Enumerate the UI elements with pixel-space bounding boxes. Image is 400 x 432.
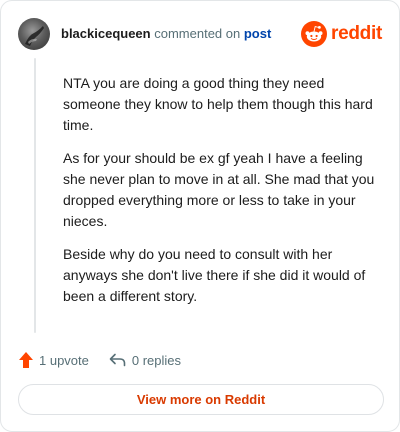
commented-on-text: commented on [154,26,241,41]
comment-paragraph-2: As for your should be ex gf yeah I have … [63,150,375,229]
upvote-arrow-icon [18,351,34,369]
replies-button[interactable]: 0 replies [109,353,181,368]
reply-arrow-icon [109,353,126,367]
comment-actions: 1 upvote 0 replies [18,349,181,371]
thread-line [34,58,36,333]
upvote-button[interactable]: 1 upvote [18,351,89,369]
user-avatar[interactable] [18,18,50,50]
comment-paragraph-3: Beside why do you need to consult with h… [63,246,366,304]
username-link[interactable]: blackicequeen [61,26,151,41]
reddit-logo-icon [301,21,328,47]
comment-body: NTA you are doing a good thing they need… [63,73,381,319]
view-more-button[interactable]: View more on Reddit [18,384,384,415]
embedded-comment-card: blackicequeen commented on post reddit N… [0,0,400,432]
reply-count: 0 replies [131,352,182,368]
reddit-wordmark: reddit [331,23,382,44]
comment-header: blackicequeen commented on post reddit [18,18,382,50]
comment-meta: blackicequeen commented on post [61,26,271,41]
reddit-brand-link[interactable]: reddit [301,20,382,48]
avatar-image [25,26,44,46]
upvote-count: 1 upvote [39,352,89,368]
post-link[interactable]: post [244,26,271,41]
comment-paragraph-1: NTA you are doing a good thing they need… [63,75,373,133]
